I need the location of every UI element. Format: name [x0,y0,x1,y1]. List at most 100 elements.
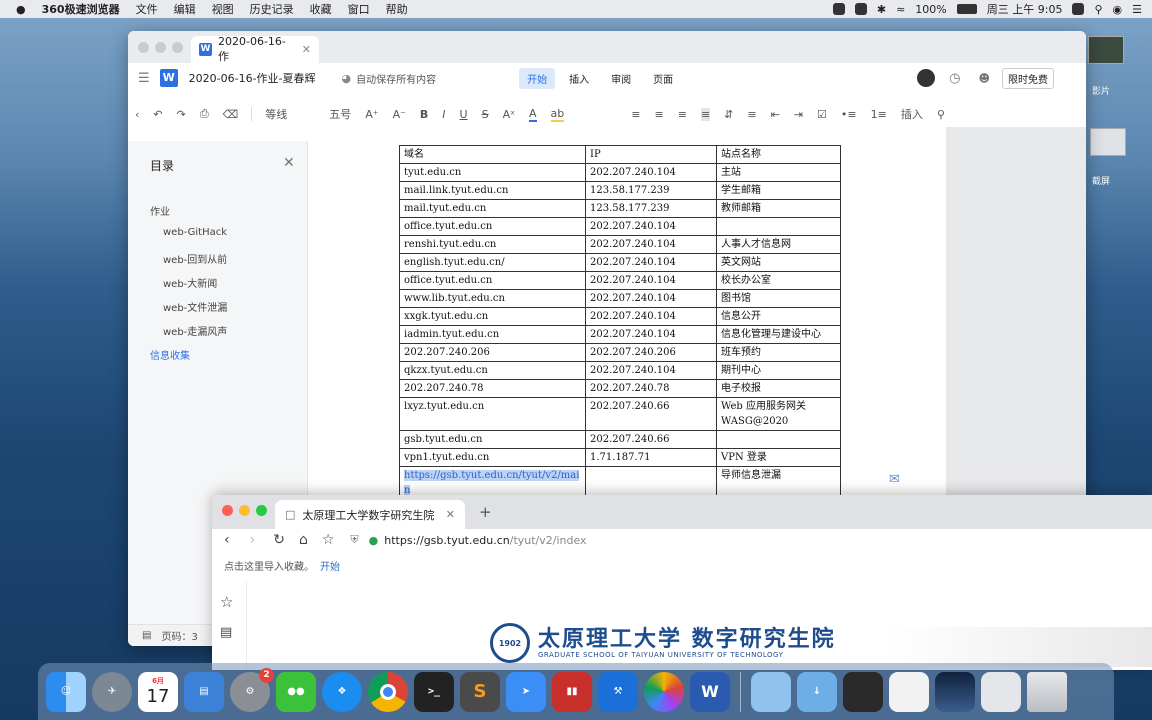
table-cell[interactable]: 图书馆 [716,289,841,308]
close-window-button[interactable] [138,42,149,53]
indent-decrease-icon[interactable]: ⇤ [771,108,780,121]
table-cell[interactable]: 202.207.240.104 [585,271,717,290]
address-bar[interactable]: ● https://gsb.tyut.edu.cn/tyut/v2/index [369,534,587,547]
document-tab[interactable]: W 2020-06-16-作 ✕ [191,35,319,63]
table-cell[interactable]: xxgk.tyut.edu.cn [399,307,586,326]
table-cell[interactable]: 学生邮箱 [716,181,841,200]
table-cell[interactable] [716,217,841,236]
paragraph-spacing-icon[interactable]: ≡ [747,108,756,121]
downloads-folder-icon[interactable]: ↓ [797,671,837,712]
folder-icon[interactable] [751,671,791,712]
table-cell[interactable]: 主站 [716,163,841,182]
bookmark-import-link[interactable]: 开始 [320,562,340,573]
trash-icon[interactable] [1027,671,1067,712]
close-outline-icon[interactable]: ✕ [283,155,295,171]
table-cell[interactable]: 202.207.240.104 [585,307,717,326]
bullet-list-icon[interactable]: •≡ [841,108,857,121]
forward-icon[interactable]: › [250,532,256,548]
free-trial-button[interactable]: 限时免费 [1001,67,1054,89]
table-cell[interactable]: 123.58.177.239 [585,199,717,218]
comment-icon[interactable]: ✉ [889,472,900,487]
finder-icon[interactable]: ☺ [46,671,86,712]
table-header-cell[interactable]: IP [585,145,717,164]
sublime-text-icon[interactable]: S [460,671,500,712]
university-logo[interactable]: 1902 太原理工大学 数字研究生院 GRADUATE SCHOOL OF TA… [490,623,836,663]
table-cell[interactable]: 202.207.240.104 [585,253,717,272]
line-spacing-icon[interactable]: ⇵ [724,108,733,121]
outline-item[interactable]: web-文件泄漏 [163,299,227,314]
menu-bookmarks[interactable]: 收藏 [310,1,332,17]
table-cell[interactable]: 人事人才信息网 [716,235,841,254]
tab-insert[interactable]: 插入 [569,71,589,86]
table-cell[interactable]: 202.207.240.104 [585,217,717,236]
table-cell[interactable]: 校长办公室 [716,271,841,290]
window-thumbnail-icon[interactable] [843,671,883,712]
status-app-icon[interactable] [832,3,845,15]
outline-item[interactable]: web-走漏风声 [163,323,227,338]
table-cell[interactable]: 202.207.240.104 [585,289,717,308]
tab-home[interactable]: 开始 [519,67,556,89]
close-tab-icon[interactable]: ✕ [302,43,311,56]
page-layout-icon[interactable]: ▤ [142,630,151,641]
tab-page[interactable]: 页面 [653,71,673,86]
table-cell[interactable]: 202.207.240.206 [585,343,717,362]
desktop-file2-icon[interactable] [1090,128,1126,156]
font-size-select[interactable]: 五号 [329,106,351,122]
strikethrough-icon[interactable]: S [482,108,489,121]
table-cell[interactable]: 123.58.177.239 [585,181,717,200]
align-right-icon[interactable]: ≡ [678,108,687,121]
menu-edit[interactable]: 编辑 [174,1,196,17]
bluetooth-icon[interactable]: ✱ [877,3,886,16]
document-thumbnail-icon[interactable] [889,671,929,712]
font-color-icon[interactable]: A [529,107,537,122]
table-cell[interactable]: 202.207.240.66 [585,430,717,449]
checklist-icon[interactable]: ☑ [817,108,827,121]
table-cell[interactable]: mail.tyut.edu.cn [399,199,586,218]
screenshot-thumbnail-icon[interactable] [981,671,1021,712]
table-cell[interactable]: english.tyut.edu.cn/ [399,253,586,272]
launchpad-icon[interactable]: ✈ [92,671,132,712]
table-cell[interactable]: 202.207.240.78 [585,379,717,398]
table-cell[interactable]: 202.207.240.104 [585,235,717,254]
table-cell[interactable]: 202.207.240.104 [585,163,717,182]
numbered-list-icon[interactable]: 1≡ [871,108,887,121]
calendar-icon[interactable]: 6月 17 [138,671,178,712]
table-cell[interactable]: 班车预约 [716,343,841,362]
outline-item[interactable]: 作业 [150,203,170,218]
table-cell[interactable]: www.lib.tyut.edu.cn [399,289,586,308]
table-cell[interactable]: qkzx.tyut.edu.cn [399,361,586,380]
clock[interactable]: 周三 上午 9:05 [987,1,1063,17]
table-cell[interactable] [716,430,841,449]
reload-icon[interactable]: ↻ [273,532,285,548]
table-cell[interactable]: tyut.edu.cn [399,163,586,182]
system-preferences-icon[interactable]: ⚙ 2 [230,667,274,712]
table-cell[interactable]: vpn1.tyut.edu.cn [399,448,586,467]
home-icon[interactable]: ⌂ [299,532,308,548]
table-cell[interactable]: 202.207.240.78 [399,379,586,398]
status-app2-icon[interactable] [854,3,867,15]
table-cell[interactable]: iadmin.tyut.edu.cn [399,325,586,344]
zoom-window-button[interactable] [172,42,183,53]
favorites-icon[interactable]: ☆ [220,593,233,611]
table-cell[interactable]: 信息公开 [716,307,841,326]
minimize-browser-button[interactable] [239,505,250,516]
table-cell[interactable]: 英文网站 [716,253,841,272]
table-cell[interactable]: gsb.tyut.edu.cn [399,430,586,449]
close-tab-icon[interactable]: ✕ [446,508,455,521]
table-header-cell[interactable]: 域名 [399,145,586,164]
bold-icon[interactable]: B [420,108,428,121]
chrome-icon[interactable] [368,671,408,712]
insert-button[interactable]: 插入 [901,106,923,122]
word-icon[interactable]: W [690,671,730,712]
parallels-icon[interactable]: ▮▮ [552,671,592,712]
battery-icon[interactable] [956,4,977,14]
wifi-icon[interactable]: ≈ [896,3,905,16]
table-cell[interactable]: Web 应用服务网关 WASG@2020 [716,397,841,431]
italic-icon[interactable]: I [442,108,445,121]
format-painter-icon[interactable]: ⎙ [200,107,209,121]
domain-table[interactable]: 域名 IP 站点名称 tyut.edu.cn 202.207.240.104 主站 mail… [399,145,841,500]
tab-review[interactable]: 审阅 [611,71,631,86]
superscript-icon[interactable]: Aˣ [503,108,515,121]
document-title[interactable]: 2020-06-16-作业-夏春辉 [189,70,316,86]
redo-icon[interactable]: ↷ [177,108,186,121]
